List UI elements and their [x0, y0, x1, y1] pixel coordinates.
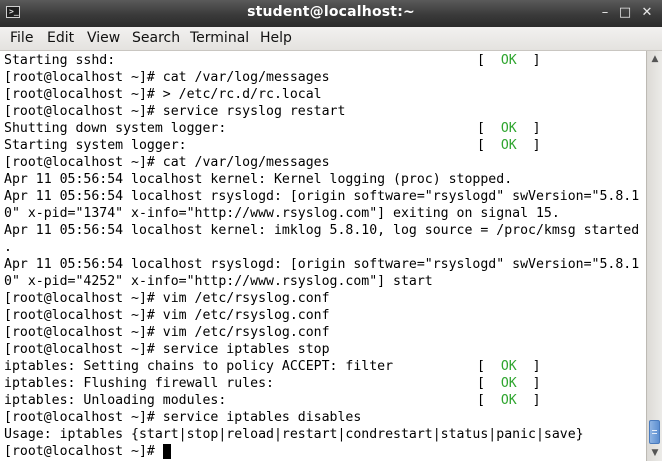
status-open-bracket: [: [477, 138, 501, 153]
terminal-line: Apr 11 05:56:54 localhost rsyslogd: [ori…: [4, 189, 640, 204]
status-ok: [ OK ]: [477, 392, 541, 409]
status-close-bracket: ]: [516, 138, 541, 153]
menu-view[interactable]: View: [87, 30, 120, 46]
status-close-bracket: ]: [516, 393, 541, 408]
menu-edit[interactable]: Edit: [47, 30, 74, 46]
status-open-bracket: [: [477, 121, 501, 136]
status-open-bracket: [: [477, 393, 501, 408]
status-ok: [ OK ]: [477, 120, 541, 137]
terminal-line: [root@localhost ~]# vim /etc/rsyslog.con…: [4, 325, 330, 340]
status-ok: [ OK ]: [477, 375, 541, 392]
scroll-down-arrow-icon[interactable]: ▼: [649, 447, 661, 459]
status-ok: [ OK ]: [477, 358, 541, 375]
text-cursor: [162, 444, 171, 459]
ok-label: OK: [500, 138, 517, 153]
terminal-line: iptables: Setting chains to policy ACCEP…: [4, 359, 394, 374]
terminal-line: [root@localhost ~]# vim /etc/rsyslog.con…: [4, 291, 330, 306]
status-close-bracket: ]: [516, 53, 541, 68]
terminal-line: [root@localhost ~]# service iptables dis…: [4, 410, 362, 425]
terminal-line: iptables: Unloading modules:: [4, 393, 227, 408]
minimize-icon[interactable]: –: [596, 4, 614, 22]
terminal-line: [root@localhost ~]# cat /var/log/message…: [4, 70, 330, 85]
menu-bar: File Edit View Search Terminal Help: [0, 27, 662, 51]
menu-terminal[interactable]: Terminal: [190, 30, 249, 46]
terminal-line: [root@localhost ~]# vim /etc/rsyslog.con…: [4, 308, 330, 323]
terminal-line: Apr 11 05:56:54 localhost rsyslogd: [ori…: [4, 257, 640, 272]
status-close-bracket: ]: [516, 121, 541, 136]
terminal-line: .: [4, 240, 12, 255]
terminal-line: Apr 11 05:56:54 localhost kernel: imklog…: [4, 223, 640, 238]
scroll-up-arrow-icon[interactable]: ▲: [649, 53, 661, 65]
terminal-line: Shutting down system logger:: [4, 121, 227, 136]
maximize-icon[interactable]: □: [616, 4, 634, 22]
terminal-line: 0" x-pid="1374" x-info="http://www.rsysl…: [4, 206, 560, 221]
vertical-scrollbar[interactable]: ▲ ▼: [646, 51, 662, 461]
status-open-bracket: [: [477, 376, 501, 391]
terminal-line: Starting system logger:: [4, 138, 187, 153]
close-icon[interactable]: ✕: [638, 4, 656, 22]
terminal-line: [root@localhost ~]#: [4, 444, 163, 459]
terminal-output[interactable]: Starting sshd: [ OK ] [root@localhost ~]# …: [0, 51, 646, 461]
terminal-window: >_ student@localhost:~ – □ ✕ File Edit V…: [0, 0, 662, 461]
terminal-line: Usage: iptables {start|stop|reload|resta…: [4, 427, 584, 442]
terminal-line: [root@localhost ~]# cat /var/log/message…: [4, 155, 330, 170]
title-bar[interactable]: >_ student@localhost:~ – □ ✕: [0, 0, 662, 27]
menu-search[interactable]: Search: [132, 30, 180, 46]
terminal-line: [root@localhost ~]# service rsyslog rest…: [4, 104, 346, 119]
window-title: student@localhost:~: [247, 4, 415, 20]
ok-label: OK: [500, 376, 517, 391]
ok-label: OK: [500, 53, 517, 68]
menu-file[interactable]: File: [10, 30, 33, 46]
terminal-line: Apr 11 05:56:54 localhost kernel: Kernel…: [4, 172, 513, 187]
ok-label: OK: [500, 393, 517, 408]
status-close-bracket: ]: [516, 376, 541, 391]
scrollbar-thumb[interactable]: [649, 420, 660, 444]
terminal-line: [root@localhost ~]# service iptables sto…: [4, 342, 330, 357]
terminal-line: Starting sshd:: [4, 53, 116, 68]
status-ok: [ OK ]: [477, 137, 541, 154]
ok-label: OK: [500, 359, 517, 374]
ok-label: OK: [500, 121, 517, 136]
menu-help[interactable]: Help: [260, 30, 292, 46]
terminal-line: iptables: Flushing firewall rules:: [4, 376, 274, 391]
terminal-line: [root@localhost ~]# > /etc/rc.d/rc.local: [4, 87, 322, 102]
status-open-bracket: [: [477, 359, 501, 374]
status-open-bracket: [: [477, 53, 501, 68]
status-ok: [ OK ]: [477, 52, 541, 69]
terminal-line: 0" x-pid="4252" x-info="http://www.rsysl…: [4, 274, 433, 289]
status-close-bracket: ]: [516, 359, 541, 374]
